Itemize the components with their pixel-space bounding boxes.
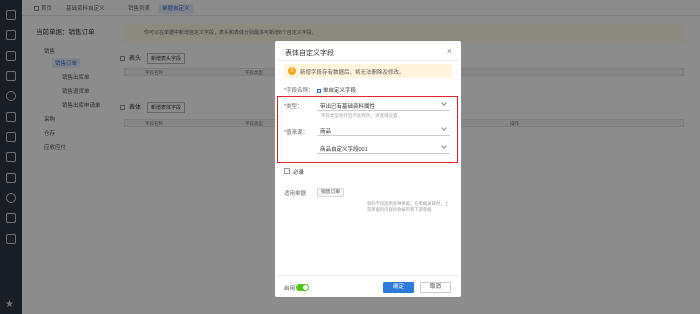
required-label: 必录 <box>293 170 305 176</box>
source-label: *值来源： <box>284 130 309 136</box>
cancel-button[interactable]: 取消 <box>420 282 451 293</box>
required-checkbox[interactable] <box>284 168 290 174</box>
source-attr-select[interactable]: 商品自定义字段001 <box>317 142 450 154</box>
chevron-down-icon <box>441 100 447 106</box>
field-name-label: *字段名称： <box>284 88 314 94</box>
type-select[interactable]: 带出已有基础资料属性 <box>317 99 450 111</box>
source-select[interactable]: 商品 <box>317 124 450 136</box>
close-icon[interactable]: × <box>447 46 452 56</box>
apply-doc-tag: 销售订单 <box>317 188 345 197</box>
modal-title: 表体自定义字段 <box>285 50 334 57</box>
enable-label: 启用 <box>284 286 296 292</box>
custom-field-modal: 表体自定义字段 × ! 新增字段存有数据后，将无法删除及修改。 *字段名称： 单… <box>275 41 461 297</box>
source-select-value: 商品 <box>320 129 332 135</box>
modal-divider <box>275 60 461 61</box>
type-hint: 字段类型保存后不能修改，请谨慎设置 <box>321 113 398 118</box>
type-select-value: 带出已有基础资料属性 <box>320 104 376 110</box>
warning-text: 新增字段存有数据后，将无法删除及修改。 <box>300 70 405 76</box>
edit-icon <box>317 88 321 93</box>
warning-icon: ! <box>288 67 296 75</box>
chevron-down-icon <box>441 125 447 131</box>
modal-footer: 启用 确定 取消 <box>275 275 461 297</box>
warning-banner: ! 新增字段存有数据后，将无法删除及修改。 <box>284 64 452 78</box>
confirm-button[interactable]: 确定 <box>383 282 414 293</box>
apply-note: 新的字段适用多种单据，在单据关联时，上游单据的内容将会被带到下游单据 <box>367 201 449 212</box>
chevron-down-icon <box>441 143 447 149</box>
type-label: *类型： <box>284 104 303 110</box>
source-attr-value: 商品自定义字段001 <box>320 147 368 153</box>
enable-toggle[interactable] <box>296 284 309 291</box>
field-name-value[interactable]: 单自定义字段 <box>317 86 356 94</box>
apply-docs-label: 适用单据 <box>284 191 307 197</box>
